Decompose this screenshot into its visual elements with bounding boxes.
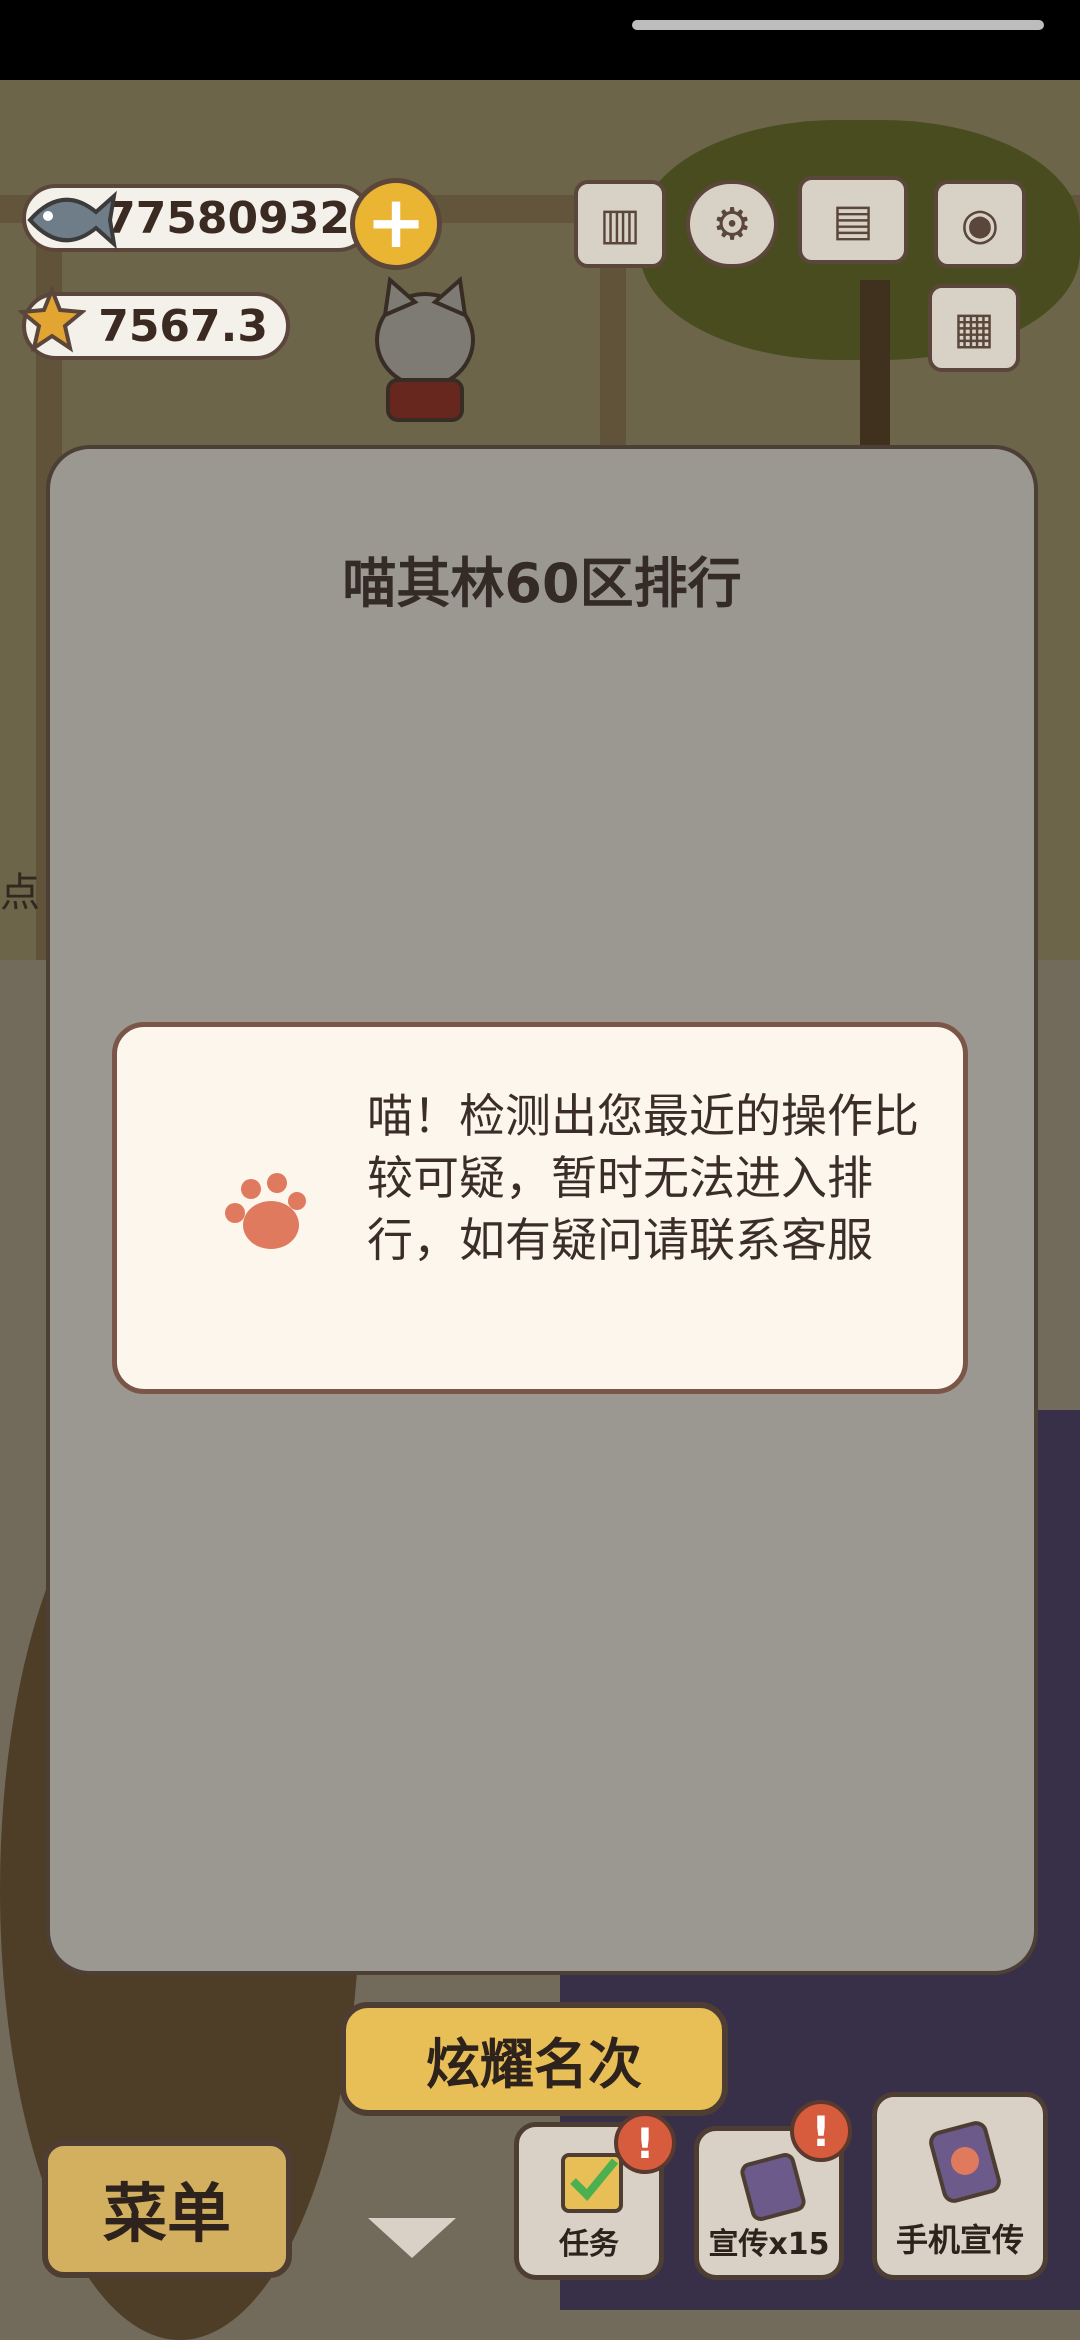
- fish-count: 77580932: [105, 192, 350, 244]
- show-off-rank-button[interactable]: 炫耀名次: [340, 2002, 728, 2116]
- menu-button[interactable]: 菜单: [42, 2140, 292, 2278]
- ranking-button[interactable]: ▥: [574, 180, 666, 268]
- phone-icon: [740, 2153, 806, 2221]
- plus-icon: +: [365, 180, 427, 264]
- newspaper-icon: ▦: [953, 302, 995, 354]
- ranking-icon: ▥: [599, 198, 641, 250]
- star-count: 7567.3: [98, 300, 268, 352]
- star-icon: [18, 286, 86, 353]
- book-icon: ▤: [832, 194, 874, 246]
- recipe-book-button[interactable]: ▤: [798, 176, 908, 264]
- menu-label: 菜单: [103, 2178, 231, 2252]
- gear-icon: ⚙: [712, 198, 752, 250]
- paw-icon: [225, 1173, 306, 1249]
- chevron-down-icon[interactable]: [368, 2218, 456, 2258]
- phone-promote-label: 手机宣传: [895, 2221, 1024, 2259]
- badge-mark: !: [811, 2106, 831, 2156]
- show-off-rank-label: 炫耀名次: [426, 2032, 642, 2096]
- phone-icon: [929, 2121, 1001, 2203]
- camera-button[interactable]: ◉: [934, 180, 1026, 268]
- phone-promote-button[interactable]: 手机宣传: [872, 2092, 1048, 2280]
- status-bar: [0, 0, 1080, 80]
- add-fish-button[interactable]: +: [350, 178, 442, 270]
- warning-toast: 喵！检测出您最近的操作比较可疑，暂时无法进入排行，如有疑问请联系客服: [112, 1022, 968, 1394]
- tasks-alert-badge: !: [614, 2112, 676, 2174]
- promote-label: 宣传x15: [708, 2227, 830, 2262]
- settings-button[interactable]: ⚙: [686, 180, 778, 268]
- newspaper-button[interactable]: ▦: [928, 284, 1020, 372]
- camera-icon: ◉: [960, 198, 1000, 250]
- toast-message: 喵！检测出您最近的操作比较可疑，暂时无法进入排行，如有疑问请联系客服: [367, 1089, 919, 1267]
- home-indicator[interactable]: [632, 20, 1044, 30]
- tasks-label: 任务: [559, 2227, 619, 2262]
- fish-icon: [27, 190, 117, 250]
- promote-alert-badge: !: [790, 2100, 852, 2162]
- badge-mark: !: [635, 2118, 655, 2168]
